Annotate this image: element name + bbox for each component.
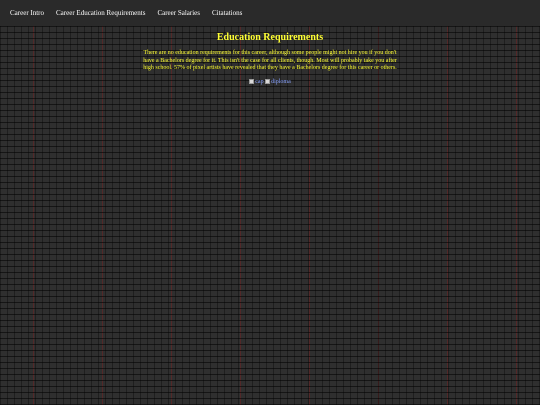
diploma-image: diploma [265, 79, 291, 85]
page-heading: Education Requirements [216, 32, 324, 43]
nav-link-career-intro[interactable]: Career Intro [0, 0, 50, 26]
cap-image: cap [249, 78, 264, 85]
diploma-image-alt: diploma [271, 78, 291, 85]
main-content: Education Requirements There are no educ… [0, 26, 540, 85]
image-row: cap diploma [0, 79, 540, 85]
nav-link-career-salaries[interactable]: Career Salaries [151, 0, 206, 26]
nav-link-career-education-requirements[interactable]: Career Education Requirements [50, 0, 151, 26]
cap-image-alt: cap [255, 78, 264, 85]
broken-image-icon [249, 78, 255, 84]
broken-image-icon [265, 78, 271, 84]
top-navigation-bar: Career Intro Career Education Requiremen… [0, 0, 540, 26]
education-paragraph: There are no education requirements for … [143, 50, 397, 71]
nav-link-citations[interactable]: Citatations [206, 0, 248, 26]
